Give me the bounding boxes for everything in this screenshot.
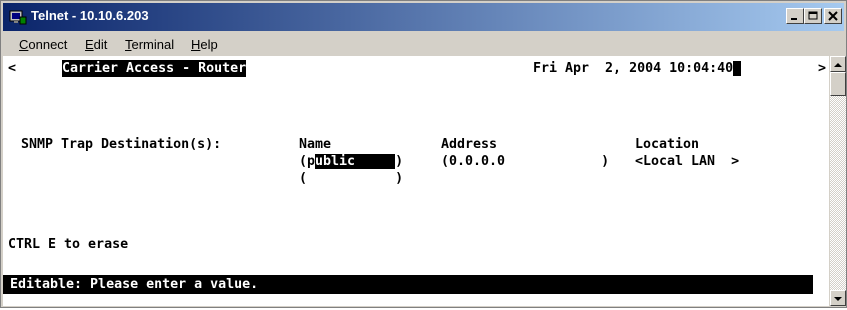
title-bar[interactable]: Telnet - 10.10.6.203 — [3, 3, 844, 31]
vertical-scrollbar[interactable] — [830, 56, 846, 306]
menu-connect[interactable]: Connect — [19, 37, 67, 52]
scroll-down-arrow-icon — [834, 297, 842, 301]
trap-name-field-1[interactable]: (public ) — [299, 153, 403, 170]
terminal-screen[interactable]: < Carrier Access - Router Fri Apr 2, 200… — [3, 56, 829, 306]
maximize-icon — [808, 11, 818, 20]
text-cursor — [733, 60, 742, 76]
close-icon — [828, 11, 838, 21]
trap-location-field-1[interactable]: <Local LAN > — [635, 153, 739, 170]
menu-help[interactable]: Help — [191, 37, 218, 52]
trap-name-value-1[interactable]: ublic — [315, 154, 396, 169]
scroll-track[interactable] — [830, 96, 846, 290]
close-button[interactable] — [824, 8, 842, 24]
telnet-window: Telnet - 10.10.6.203 Connect Edit Termin… — [0, 0, 847, 308]
datetime-display: Fri Apr 2, 2004 10:04:40 — [533, 60, 742, 77]
status-line: Editable: Please enter a value. — [3, 275, 813, 294]
trap-address-field-1[interactable]: (0.0.0.0 ) — [441, 153, 609, 170]
menu-terminal[interactable]: Terminal — [125, 37, 174, 52]
maximize-button[interactable] — [804, 8, 822, 24]
column-header-name: Name — [299, 137, 332, 152]
snmp-trap-label: SNMP Trap Destination(s): — [21, 137, 222, 152]
erase-hint: CTRL E to erase — [8, 237, 129, 252]
scroll-up-button[interactable] — [830, 56, 846, 72]
scroll-left-marker: < — [8, 61, 17, 76]
minimize-button[interactable] — [786, 8, 804, 24]
column-header-address: Address — [441, 137, 498, 152]
column-header-location: Location — [635, 137, 700, 152]
scroll-right-marker: > — [818, 61, 827, 76]
menu-bar: Connect Edit Terminal Help — [3, 33, 844, 55]
scroll-up-arrow-icon — [834, 63, 842, 67]
scroll-down-button[interactable] — [830, 290, 846, 306]
window-title: Telnet - 10.10.6.203 — [31, 8, 149, 23]
menu-edit[interactable]: Edit — [85, 37, 107, 52]
scroll-thumb[interactable] — [830, 72, 846, 96]
minimize-icon — [791, 18, 797, 20]
trap-name-field-2[interactable]: ( ) — [299, 170, 403, 187]
telnet-app-icon — [9, 9, 27, 25]
system-name-header: Carrier Access - Router — [62, 60, 247, 77]
